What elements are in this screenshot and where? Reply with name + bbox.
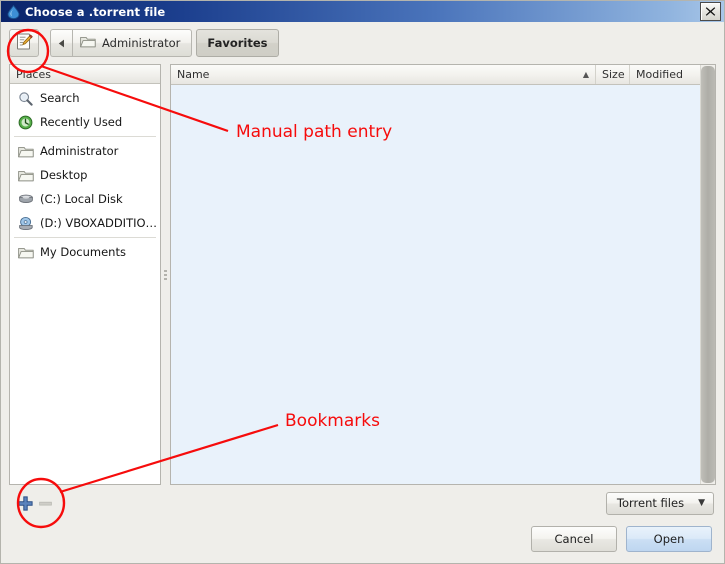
file-chooser-dialog: Choose a .torrent file Administrator Fav… [0, 0, 725, 564]
column-header-size[interactable]: Size [596, 65, 630, 84]
plus-icon [17, 495, 33, 511]
dialog-action-bar: Cancel Open [1, 521, 724, 563]
file-list-scrollbar[interactable] [700, 65, 715, 484]
minus-icon [38, 501, 52, 505]
open-button[interactable]: Open [626, 526, 712, 552]
sidebar-item-administrator[interactable]: Administrator [10, 139, 160, 163]
breadcrumb: Administrator Favorites [50, 29, 279, 57]
file-list-header: Name ▲ Size Modified [171, 65, 700, 85]
sidebar-item-label: Administrator [40, 144, 119, 158]
scrollbar-thumb[interactable] [701, 66, 715, 483]
breadcrumb-label: Administrator [102, 36, 181, 50]
remove-bookmark-button [35, 493, 55, 513]
places-sidebar: Places Search Recently Used Administrato… [9, 64, 161, 485]
places-list: Search Recently Used Administrator Deskt… [10, 84, 160, 484]
breadcrumb-item-favorites[interactable]: Favorites [196, 29, 279, 57]
file-type-filter-dropdown[interactable]: Torrent files ▼ [605, 491, 714, 515]
grip-icon [164, 269, 167, 280]
cdrom-icon [17, 215, 34, 231]
title-bar: Choose a .torrent file [1, 1, 724, 22]
back-button[interactable] [50, 29, 72, 57]
file-list-body[interactable] [171, 85, 700, 484]
sidebar-item-my-documents[interactable]: My Documents [10, 240, 160, 264]
harddisk-icon [17, 191, 34, 207]
window-title: Choose a .torrent file [25, 4, 166, 19]
column-header-name[interactable]: Name ▲ [171, 65, 596, 84]
annotation-label-bookmarks: Bookmarks [285, 411, 380, 431]
sidebar-item-label: My Documents [40, 245, 126, 259]
sidebar-item-search[interactable]: Search [10, 86, 160, 110]
pencil-edit-icon [15, 32, 34, 54]
close-icon[interactable] [700, 2, 721, 21]
sidebar-item-label: Search [40, 91, 80, 105]
column-label: Name [177, 68, 210, 81]
chevron-left-icon [58, 39, 64, 47]
sidebar-item-cdrom-d[interactable]: (D:) VBOXADDITIO… [10, 211, 160, 235]
places-header: Places [10, 65, 160, 84]
folder-icon [17, 167, 34, 183]
cancel-button-label: Cancel [554, 532, 594, 546]
column-header-modified[interactable]: Modified [630, 65, 700, 84]
recent-clock-icon [17, 114, 34, 130]
sidebar-item-local-disk-c[interactable]: (C:) Local Disk [10, 187, 160, 211]
folder-icon [80, 35, 96, 51]
chevron-down-icon: ▼ [698, 498, 705, 508]
folder-icon [17, 244, 34, 260]
breadcrumb-item-administrator[interactable]: Administrator [72, 29, 193, 57]
divider [14, 237, 156, 238]
droplet-icon [6, 4, 20, 19]
annotation-label-manual-path: Manual path entry [236, 122, 393, 142]
sidebar-item-recently-used[interactable]: Recently Used [10, 110, 160, 134]
sidebar-item-label: (D:) VBOXADDITIO… [40, 216, 158, 230]
search-icon [17, 90, 34, 106]
sidebar-item-label: (C:) Local Disk [40, 192, 123, 206]
divider [14, 136, 156, 137]
bookmark-toolbar: Torrent files ▼ [1, 485, 724, 521]
edit-path-button[interactable] [9, 29, 39, 57]
breadcrumb-label: Favorites [207, 36, 268, 50]
path-toolbar: Administrator Favorites [1, 22, 724, 64]
pane-splitter-handle[interactable] [161, 64, 170, 485]
sidebar-item-label: Desktop [40, 168, 88, 182]
column-label: Modified [636, 68, 683, 81]
filter-selected-label: Torrent files [616, 496, 685, 510]
folder-icon [17, 143, 34, 159]
sidebar-item-desktop[interactable]: Desktop [10, 163, 160, 187]
cancel-button[interactable]: Cancel [531, 526, 617, 552]
open-button-label: Open [653, 532, 685, 546]
column-label: Size [602, 68, 625, 81]
sidebar-item-label: Recently Used [40, 115, 123, 129]
sort-ascending-icon: ▲ [582, 70, 589, 79]
add-bookmark-button[interactable] [15, 493, 35, 513]
